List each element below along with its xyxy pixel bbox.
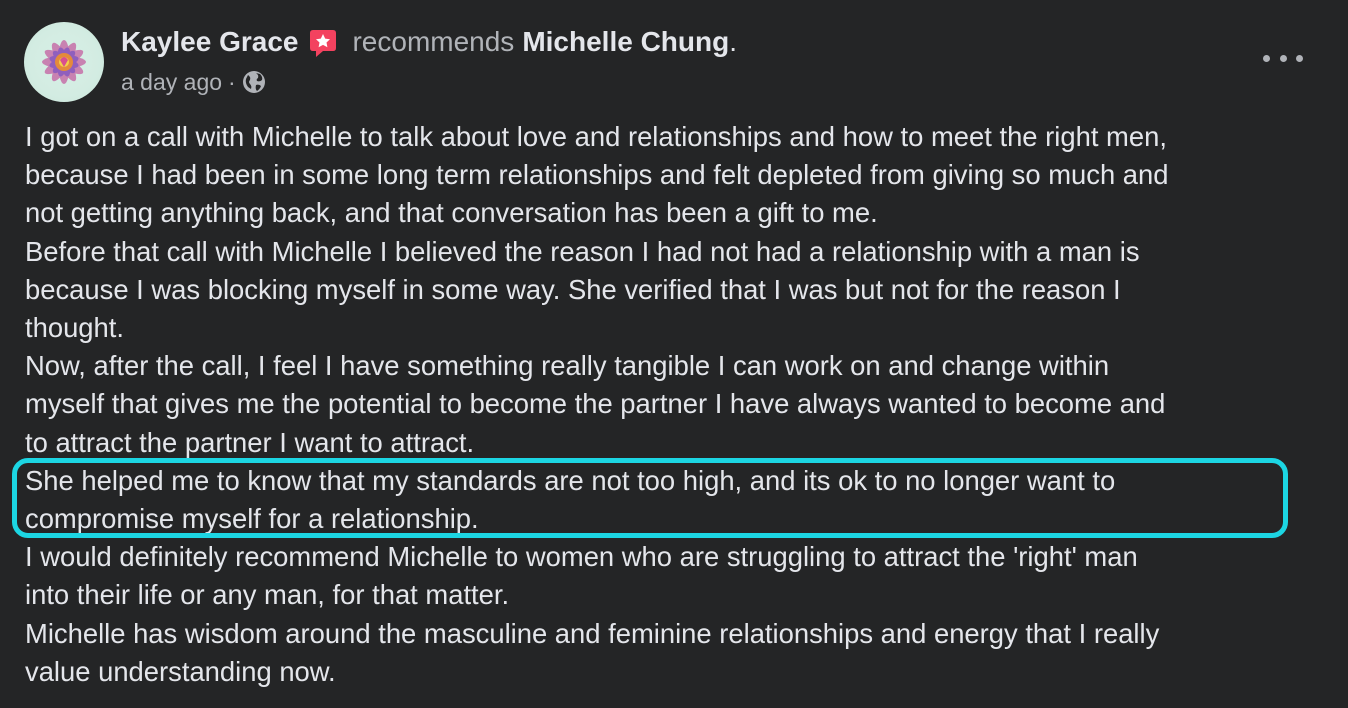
more-options-icon[interactable] (1263, 46, 1303, 70)
recommended-page-name[interactable]: Michelle Chung (522, 26, 729, 58)
body-line: value understanding now. (25, 655, 336, 687)
body-line: Before that call with Michelle I believe… (25, 235, 1140, 267)
action-text: recommends (352, 26, 515, 57)
body-line: Michelle has wisdom around the masculine… (25, 617, 1160, 649)
recommendation-star-icon (308, 28, 338, 58)
body-line: I would definitely recommend Michelle to… (25, 541, 1138, 573)
post-body: I got on a call with Michelle to talk ab… (25, 118, 1325, 691)
meta-separator: · (228, 68, 236, 95)
more-dot (1279, 54, 1287, 62)
globe-icon[interactable] (242, 70, 266, 94)
more-dot (1296, 54, 1303, 62)
body-line: myself that gives me the potential to be… (25, 388, 1166, 420)
body-line: to attract the partner I want to attract… (25, 426, 475, 458)
body-line: I got on a call with Michelle to talk ab… (25, 121, 1167, 152)
body-line: Now, after the call, I feel I have somet… (25, 350, 1110, 382)
body-line: thought. (25, 312, 124, 344)
highlighted-line: She helped me to know that my standards … (25, 464, 1116, 496)
post-header: Kaylee Grace recommends Michelle Chung . (121, 24, 737, 60)
recommendation-post: Kaylee Grace recommends Michelle Chung .… (0, 0, 1348, 708)
highlighted-line: compromise myself for a relationship. (25, 503, 479, 535)
body-line: because I was blocking myself in some wa… (25, 273, 1121, 305)
timestamp[interactable]: a day ago (121, 69, 222, 96)
body-line: into their life or any man, for that mat… (25, 579, 510, 611)
author-name[interactable]: Kaylee Grace (121, 26, 298, 58)
more-dot (1263, 54, 1270, 62)
post-meta: a day ago · (121, 66, 266, 98)
body-line: because I had been in some long term rel… (25, 159, 1169, 191)
avatar[interactable] (24, 22, 104, 102)
body-line: not getting anything back, and that conv… (25, 197, 878, 229)
mandala-avatar-icon (42, 40, 86, 84)
header-period: . (729, 26, 737, 57)
